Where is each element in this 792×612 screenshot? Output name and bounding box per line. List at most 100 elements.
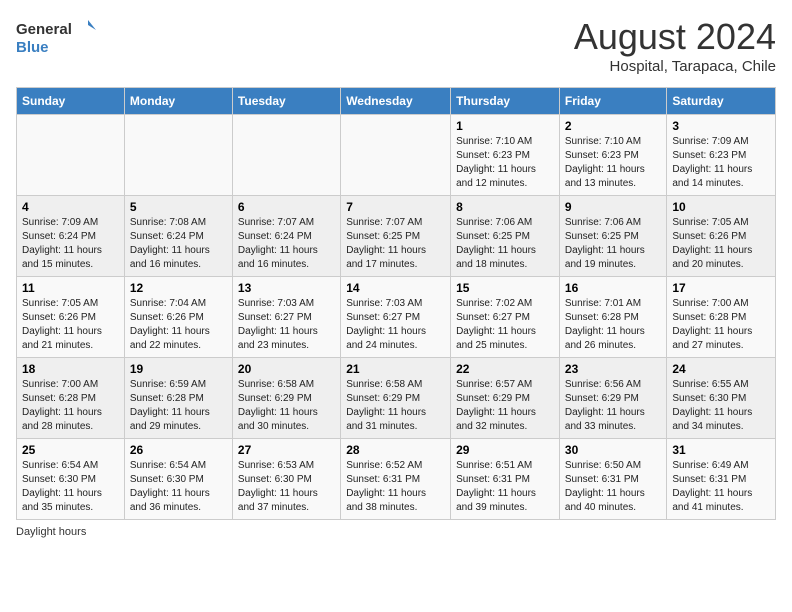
day-info: Sunrise: 7:06 AM Sunset: 6:25 PM Dayligh… [565,217,645,270]
day-cell [17,115,125,196]
day-cell: 1Sunrise: 7:10 AM Sunset: 6:23 PM Daylig… [451,115,560,196]
day-number: 9 [565,200,661,214]
day-info: Sunrise: 7:09 AM Sunset: 6:23 PM Dayligh… [672,136,752,189]
day-cell: 7 Sunrise: 7:07 AM Sunset: 6:25 PM Daylig… [341,196,451,277]
day-number: 16 [565,281,661,295]
day-number: 17 [672,281,770,295]
day-number: 8 [456,200,554,214]
day-number: 31 [672,443,770,457]
day-number: 30 [565,443,661,457]
col-header-wednesday: Wednesday [341,88,451,115]
day-number: 25 [22,443,119,457]
day-info: Sunrise: 6:51 AM Sunset: 6:31 PM Dayligh… [456,460,536,513]
day-number: 12 [130,281,227,295]
col-header-saturday: Saturday [667,88,776,115]
day-cell: 3 Sunrise: 7:09 AM Sunset: 6:23 PM Daylig… [667,115,776,196]
day-info: Sunrise: 7:07 AM Sunset: 6:25 PM Dayligh… [346,217,426,270]
day-info: Sunrise: 7:06 AM Sunset: 6:25 PM Dayligh… [456,217,536,270]
day-number: 27 [238,443,335,457]
day-number: 11 [22,281,119,295]
day-number: 29 [456,443,554,457]
col-header-monday: Monday [124,88,232,115]
day-info: Sunrise: 7:03 AM Sunset: 6:27 PM Dayligh… [238,298,318,351]
day-cell: 29 Sunrise: 6:51 AM Sunset: 6:31 PM Dayli… [451,439,560,520]
col-header-tuesday: Tuesday [232,88,340,115]
day-number: 13 [238,281,335,295]
day-cell: 22 Sunrise: 6:57 AM Sunset: 6:29 PM Dayli… [451,358,560,439]
day-info: Sunrise: 7:00 AM Sunset: 6:28 PM Dayligh… [672,298,752,351]
day-info: Sunrise: 7:04 AM Sunset: 6:26 PM Dayligh… [130,298,210,351]
day-info: Sunrise: 7:09 AM Sunset: 6:24 PM Dayligh… [22,217,102,270]
footer-note: Daylight hours [16,526,776,538]
day-number: 5 [130,200,227,214]
day-number: 3 [672,119,770,133]
day-info: Sunrise: 6:58 AM Sunset: 6:29 PM Dayligh… [346,379,426,432]
day-info: Sunrise: 6:54 AM Sunset: 6:30 PM Dayligh… [22,460,102,513]
day-info: Sunrise: 7:05 AM Sunset: 6:26 PM Dayligh… [672,217,752,270]
day-number: 22 [456,362,554,376]
day-number: 6 [238,200,335,214]
day-info: Sunrise: 6:54 AM Sunset: 6:30 PM Dayligh… [130,460,210,513]
day-number: 20 [238,362,335,376]
day-cell: 10 Sunrise: 7:05 AM Sunset: 6:26 PM Dayli… [667,196,776,277]
day-info: Sunrise: 6:58 AM Sunset: 6:29 PM Dayligh… [238,379,318,432]
day-cell: 6Sunrise: 7:07 AM Sunset: 6:24 PM Daylig… [232,196,340,277]
col-header-sunday: Sunday [17,88,125,115]
day-info: Sunrise: 7:10 AM Sunset: 6:23 PM Dayligh… [565,136,645,189]
day-info: Sunrise: 7:01 AM Sunset: 6:28 PM Dayligh… [565,298,645,351]
week-row-1: 1Sunrise: 7:10 AM Sunset: 6:23 PM Daylig… [17,115,776,196]
day-cell [232,115,340,196]
day-cell: 17 Sunrise: 7:00 AM Sunset: 6:28 PM Dayli… [667,277,776,358]
day-info: Sunrise: 6:50 AM Sunset: 6:31 PM Dayligh… [565,460,645,513]
col-header-thursday: Thursday [451,88,560,115]
day-info: Sunrise: 6:55 AM Sunset: 6:30 PM Dayligh… [672,379,752,432]
day-cell: 12 Sunrise: 7:04 AM Sunset: 6:26 PM Dayli… [124,277,232,358]
day-info: Sunrise: 7:05 AM Sunset: 6:26 PM Dayligh… [22,298,102,351]
day-cell: 9 Sunrise: 7:06 AM Sunset: 6:25 PM Daylig… [559,196,666,277]
col-header-friday: Friday [559,88,666,115]
day-cell: 26 Sunrise: 6:54 AM Sunset: 6:30 PM Dayli… [124,439,232,520]
day-cell [341,115,451,196]
day-cell: 13 Sunrise: 7:03 AM Sunset: 6:27 PM Dayli… [232,277,340,358]
day-cell: 30 Sunrise: 6:50 AM Sunset: 6:31 PM Dayli… [559,439,666,520]
week-row-2: 4Sunrise: 7:09 AM Sunset: 6:24 PM Daylig… [17,196,776,277]
day-cell: 4Sunrise: 7:09 AM Sunset: 6:24 PM Daylig… [17,196,125,277]
day-cell: 28 Sunrise: 6:52 AM Sunset: 6:31 PM Dayli… [341,439,451,520]
day-cell: 8 Sunrise: 7:06 AM Sunset: 6:25 PM Daylig… [451,196,560,277]
day-cell: 23Sunrise: 6:56 AM Sunset: 6:29 PM Dayli… [559,358,666,439]
month-title: August 2024 [574,16,776,58]
day-cell: 24Sunrise: 6:55 AM Sunset: 6:30 PM Dayli… [667,358,776,439]
week-row-5: 25 Sunrise: 6:54 AM Sunset: 6:30 PM Dayli… [17,439,776,520]
day-cell: 18Sunrise: 7:00 AM Sunset: 6:28 PM Dayli… [17,358,125,439]
page-header: General Blue August 2024 Hospital, Tarap… [16,16,776,75]
day-info: Sunrise: 6:56 AM Sunset: 6:29 PM Dayligh… [565,379,645,432]
week-row-3: 11 Sunrise: 7:05 AM Sunset: 6:26 PM Dayli… [17,277,776,358]
day-number: 14 [346,281,445,295]
day-number: 10 [672,200,770,214]
svg-text:General: General [16,21,72,38]
day-cell: 16 Sunrise: 7:01 AM Sunset: 6:28 PM Dayli… [559,277,666,358]
day-cell: 31Sunrise: 6:49 AM Sunset: 6:31 PM Dayli… [667,439,776,520]
day-number: 15 [456,281,554,295]
day-info: Sunrise: 6:57 AM Sunset: 6:29 PM Dayligh… [456,379,536,432]
day-cell: 15Sunrise: 7:02 AM Sunset: 6:27 PM Dayli… [451,277,560,358]
day-info: Sunrise: 6:53 AM Sunset: 6:30 PM Dayligh… [238,460,318,513]
day-cell: 2 Sunrise: 7:10 AM Sunset: 6:23 PM Daylig… [559,115,666,196]
day-number: 19 [130,362,227,376]
location-subtitle: Hospital, Tarapaca, Chile [574,58,776,75]
day-number: 7 [346,200,445,214]
title-area: August 2024 Hospital, Tarapaca, Chile [574,16,776,75]
day-number: 26 [130,443,227,457]
week-row-4: 18Sunrise: 7:00 AM Sunset: 6:28 PM Dayli… [17,358,776,439]
day-cell: 20 Sunrise: 6:58 AM Sunset: 6:29 PM Dayli… [232,358,340,439]
day-number: 28 [346,443,445,457]
day-number: 2 [565,119,661,133]
day-cell: 21 Sunrise: 6:58 AM Sunset: 6:29 PM Dayli… [341,358,451,439]
day-number: 21 [346,362,445,376]
day-info: Sunrise: 6:52 AM Sunset: 6:31 PM Dayligh… [346,460,426,513]
day-cell: 14Sunrise: 7:03 AM Sunset: 6:27 PM Dayli… [341,277,451,358]
day-cell: 25 Sunrise: 6:54 AM Sunset: 6:30 PM Dayli… [17,439,125,520]
day-cell: 11 Sunrise: 7:05 AM Sunset: 6:26 PM Dayli… [17,277,125,358]
day-number: 18 [22,362,119,376]
day-info: Sunrise: 7:10 AM Sunset: 6:23 PM Dayligh… [456,136,536,189]
